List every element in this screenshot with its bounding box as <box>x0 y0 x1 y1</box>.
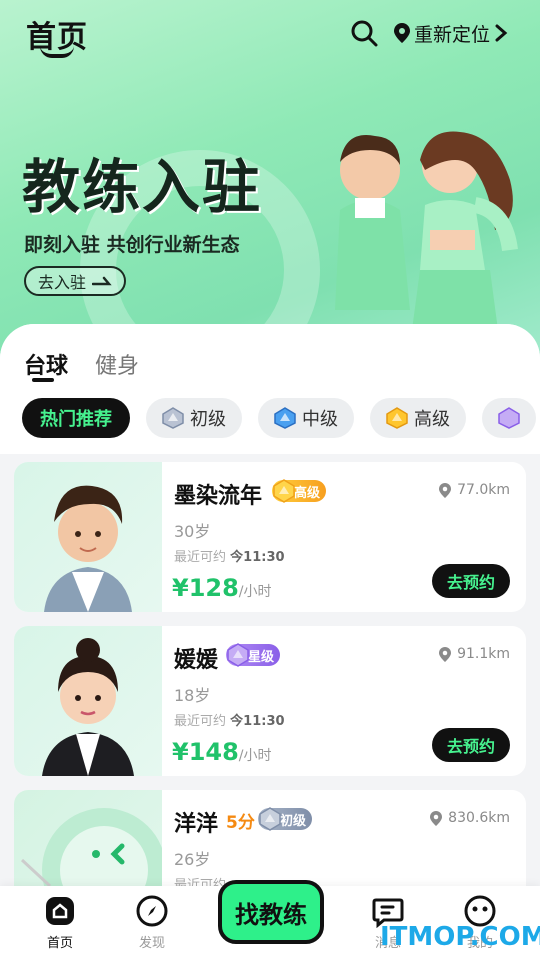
book-button[interactable]: 去预约 <box>432 728 510 762</box>
coach-price: ¥148/小时 <box>172 738 272 766</box>
purple-gem-icon <box>227 643 249 667</box>
banner-subtitle: 即刻入驻 共创行业新生态 <box>24 234 240 256</box>
level-badge-label: 星级 <box>248 649 275 665</box>
coach-name: 媛媛 <box>174 648 219 673</box>
relocate-label: 重新定位 <box>414 23 491 46</box>
gold-gem-icon <box>273 479 295 503</box>
coach-avatar-female <box>42 638 134 776</box>
filter-intermediate-label: 中级 <box>302 409 338 430</box>
level-badge: 初级 <box>258 807 313 831</box>
location-pin-icon <box>439 482 452 498</box>
coach-avatar <box>14 462 162 612</box>
nav-home-label: 首页 <box>46 936 73 951</box>
chevron-right-icon <box>495 24 508 42</box>
filter-advanced-label: 高级 <box>414 409 450 430</box>
blue-gem-icon <box>274 407 296 429</box>
filter-hot-label: 热门推荐 <box>40 409 112 430</box>
coach-card[interactable]: 媛媛 星级 91.1km 18岁 最近可约 今11:30 ¥148/小时 去预约 <box>14 626 526 776</box>
nav-discover-label: 发现 <box>138 936 165 951</box>
level-badge-label: 初级 <box>280 813 307 829</box>
nav-discover[interactable]: 发现 <box>122 894 182 951</box>
banner-title: 教练入驻 <box>22 153 263 221</box>
price-value: ¥148 <box>172 738 239 766</box>
coach-name: 墨染流年 <box>174 484 263 509</box>
price-unit: /小时 <box>238 748 272 764</box>
price-unit: /小时 <box>238 584 272 600</box>
distance-value: 91.1km <box>457 646 510 662</box>
book-button[interactable]: 去预约 <box>432 564 510 598</box>
recent-label: 最近可约 <box>174 550 227 565</box>
logo-smile-mark <box>40 46 74 58</box>
join-button-label: 去入驻 <box>38 273 87 292</box>
distance: 91.1km <box>439 646 510 662</box>
location-pin-icon <box>430 810 443 826</box>
find-coach-button[interactable]: 找教练 <box>218 880 324 944</box>
tab-fitness[interactable]: 健身 <box>95 348 139 380</box>
relocate-button[interactable]: 重新定位 <box>394 18 508 48</box>
coach-card[interactable]: 墨染流年 高级 77.0km 30岁 最近可约 今11:30 ¥128/小时 去… <box>14 462 526 612</box>
nav-home[interactable]: 首页 <box>30 894 90 951</box>
coach-avatar-male <box>44 485 132 612</box>
price-value: ¥128 <box>172 574 239 602</box>
recent-label: 最近可约 <box>174 714 227 729</box>
coach-name: 洋洋 <box>174 812 219 837</box>
coach-avatar <box>14 626 162 776</box>
distance-value: 830.6km <box>448 810 510 826</box>
tab-billiards[interactable]: 台球 <box>24 348 68 380</box>
level-filter-row: 热门推荐 初级 中级 高级 <box>22 398 540 440</box>
gold-gem-icon <box>386 407 408 429</box>
location-pin-icon <box>394 23 410 43</box>
distance-value: 77.0km <box>457 482 510 498</box>
home-icon <box>46 897 74 925</box>
coach-age: 26岁 <box>174 850 211 869</box>
filter-advanced[interactable]: 高级 <box>370 398 466 438</box>
filter-star-partial[interactable] <box>482 398 536 438</box>
distance: 830.6km <box>430 810 510 826</box>
filter-beginner[interactable]: 初级 <box>146 398 242 438</box>
level-badge: 星级 <box>226 643 281 667</box>
distance: 77.0km <box>439 482 510 498</box>
recent-time: 今11:30 <box>230 550 285 565</box>
location-pin-icon <box>439 646 452 662</box>
coach-age: 18岁 <box>174 686 211 705</box>
filter-hot[interactable]: 热门推荐 <box>22 398 130 438</box>
top-bar: 首页 重新定位 <box>0 0 540 66</box>
silver-gem-icon <box>162 407 184 429</box>
compass-icon <box>136 895 168 927</box>
level-badge: 高级 <box>272 479 327 503</box>
recent-time: 今11:30 <box>230 714 285 729</box>
search-icon[interactable] <box>350 19 378 47</box>
filter-intermediate[interactable]: 中级 <box>258 398 354 438</box>
arrow-right-icon <box>92 276 112 286</box>
coach-illustration <box>335 131 518 345</box>
coach-age: 30岁 <box>174 522 211 541</box>
coach-price: ¥128/小时 <box>172 574 272 602</box>
coach-score: 5分 <box>226 813 255 833</box>
watermark: ITMOP.COM <box>380 922 540 952</box>
active-tab-indicator <box>32 378 54 382</box>
recent-availability: 最近可约 今11:30 <box>174 710 285 729</box>
purple-gem-icon <box>498 407 520 429</box>
recent-availability: 最近可约 今11:30 <box>174 546 285 565</box>
filter-beginner-label: 初级 <box>190 409 226 430</box>
join-button[interactable]: 去入驻 <box>24 266 127 296</box>
level-badge-label: 高级 <box>294 485 321 501</box>
silver-gem-icon <box>259 807 281 831</box>
